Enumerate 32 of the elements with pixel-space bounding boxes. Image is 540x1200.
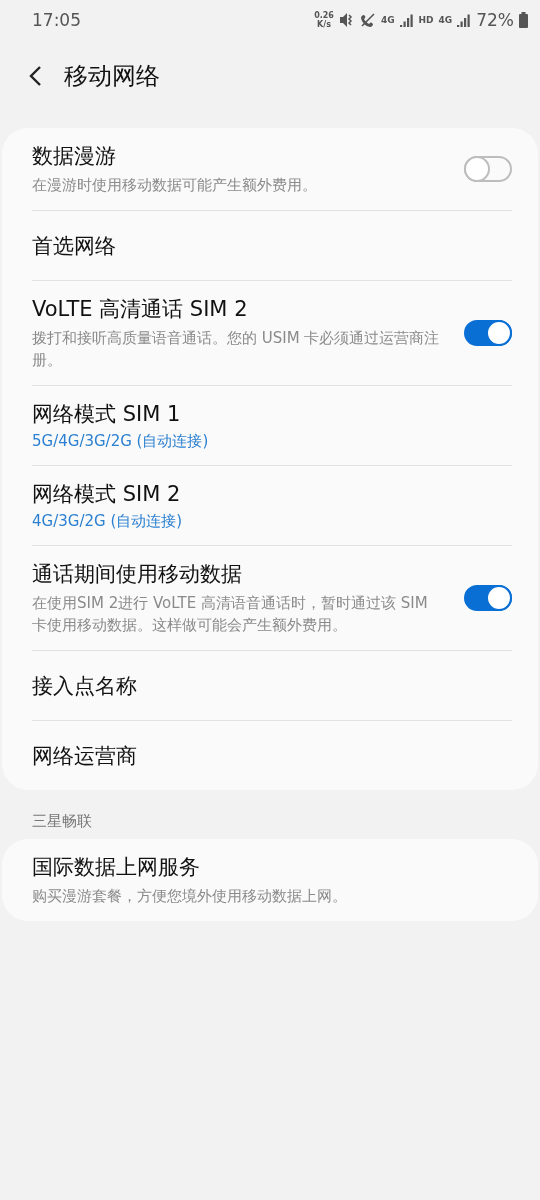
signal-icon xyxy=(457,13,472,27)
setting-value: 5G/4G/3G/2G (自动连接) xyxy=(32,432,210,451)
setting-description: 在使用SIM 2进行 VoLTE 高清语音通话时，暂时通过该 SIM 卡使用移动数据。这样做可能会产生额外费用。 xyxy=(32,593,429,636)
setting-title[interactable]: 数据漫游 xyxy=(32,142,444,170)
network-type-label: 4G xyxy=(438,15,453,25)
setting-title[interactable]: VoLTE 高清通话 SIM 2 xyxy=(32,295,444,323)
setting-title[interactable]: 接入点名称 xyxy=(32,671,512,700)
setting-title[interactable]: 网络模式 SIM 2 xyxy=(32,480,512,508)
mute-icon xyxy=(338,12,355,28)
setting-title[interactable]: 通话期间使用移动数据 xyxy=(32,560,444,588)
battery-percent: 72% xyxy=(476,10,514,30)
toggle-switch[interactable] xyxy=(464,320,512,346)
status-time: 17:05 xyxy=(32,10,82,30)
toggle-switch[interactable] xyxy=(464,156,512,182)
setting-title[interactable]: 网络模式 SIM 1 xyxy=(32,400,512,428)
toggle-switch[interactable] xyxy=(464,585,512,611)
setting-description: 在漫游时使用移动数据可能产生额外费用。 xyxy=(32,175,318,196)
signal-icon xyxy=(399,13,414,27)
setting-description: 拨打和接听高质量语音通话。您的 USIM 卡必须通过运营商注册。 xyxy=(32,328,441,371)
section-heading: 三星畅联 xyxy=(31,811,93,832)
setting-value: 4G/3G/2G (自动连接) xyxy=(32,512,184,531)
setting-title[interactable]: 网络运营商 xyxy=(32,741,512,770)
back-icon[interactable] xyxy=(28,65,42,87)
page-title: 移动网络 xyxy=(64,61,160,92)
network-type-label: 4G xyxy=(380,15,395,25)
setting-title[interactable]: 国际数据上网服务 xyxy=(32,853,512,881)
setting-description: 购买漫游套餐，方便您境外使用移动数据上网。 xyxy=(32,886,348,907)
phone-off-icon xyxy=(359,12,376,28)
hd-label: HD xyxy=(418,15,434,25)
setting-title[interactable]: 首选网络 xyxy=(32,231,512,260)
network-speed: 0.26 K/s xyxy=(314,11,334,29)
battery-icon xyxy=(519,12,528,28)
